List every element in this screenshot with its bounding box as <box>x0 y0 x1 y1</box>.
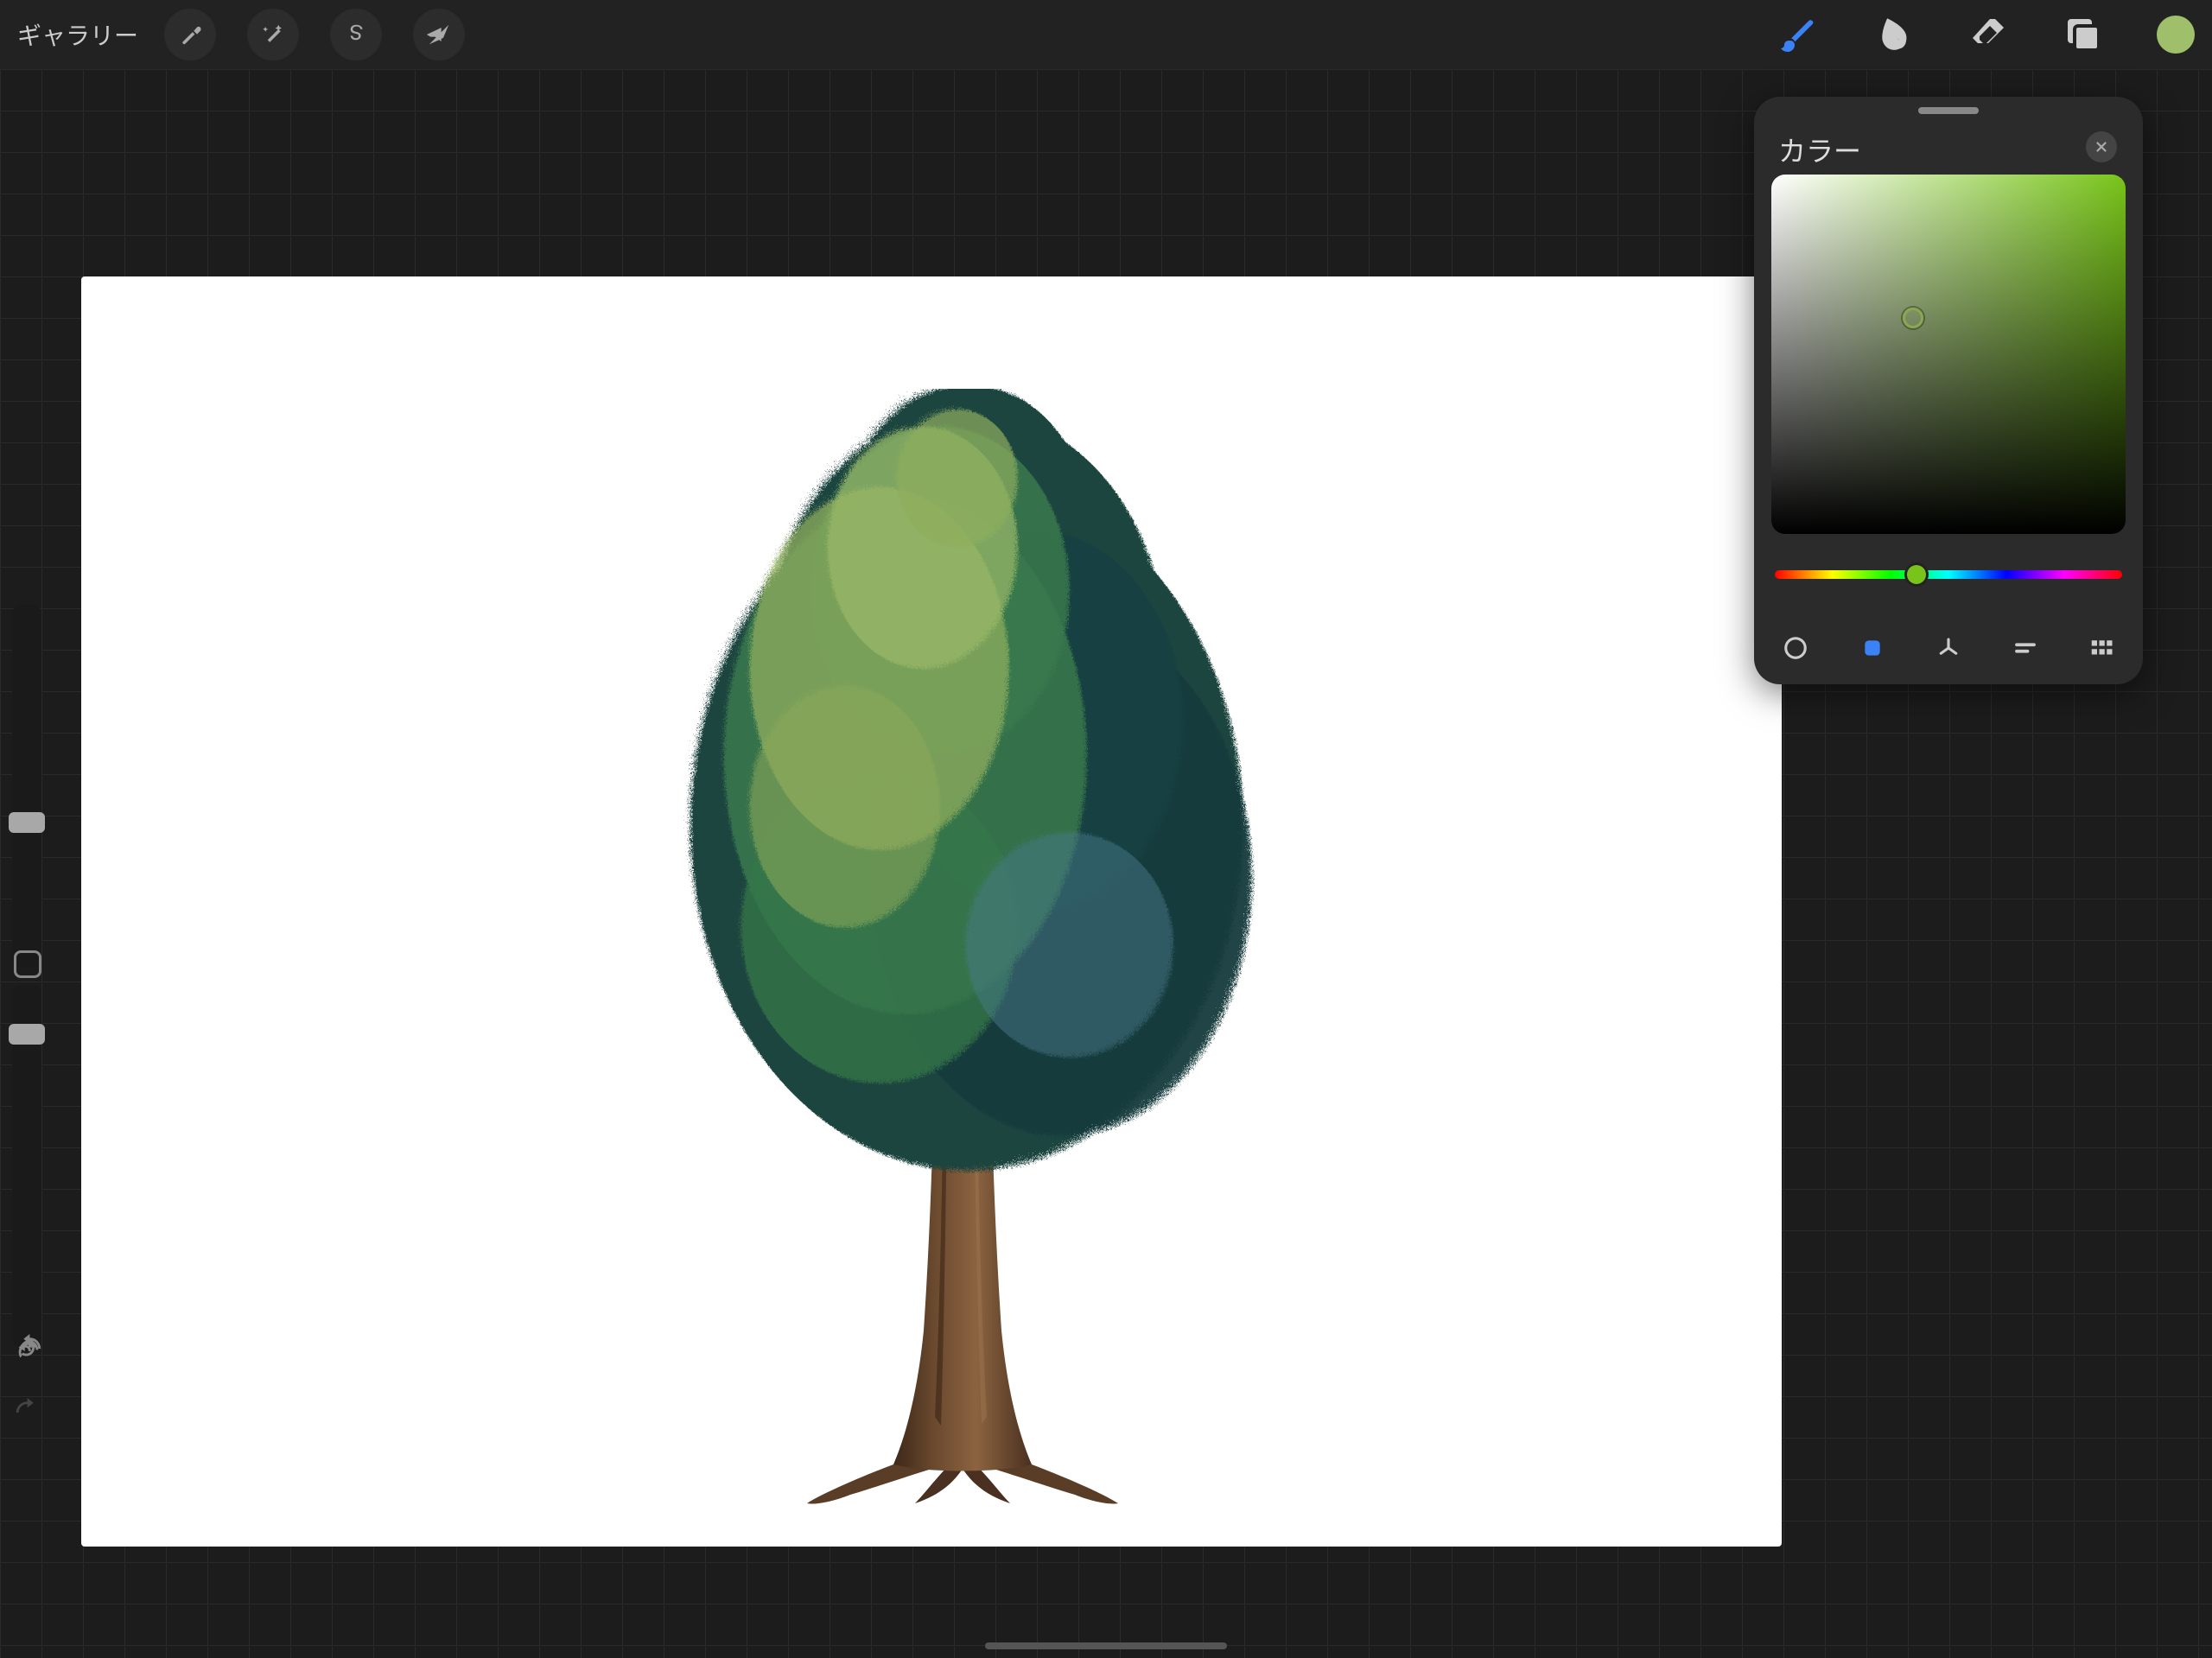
hue-thumb[interactable] <box>1907 565 1926 584</box>
color-swatch-button[interactable] <box>2157 16 2195 54</box>
color-tab-classic[interactable] <box>1855 631 1890 665</box>
gallery-button[interactable]: ギャラリー <box>17 17 138 52</box>
smudge-icon <box>1872 14 1914 55</box>
classic-icon <box>1861 637 1884 659</box>
color-tab-disc[interactable] <box>1778 631 1813 665</box>
tree-artwork <box>574 389 1351 1547</box>
actions-wrench-button[interactable] <box>164 9 216 60</box>
harmony-icon <box>1936 635 1961 661</box>
layers-icon <box>2063 14 2104 55</box>
saturation-value-box[interactable] <box>1771 175 2126 534</box>
transform-arrow-button[interactable] <box>413 9 465 60</box>
brush-size-thumb[interactable] <box>9 812 45 833</box>
value-icon <box>2012 635 2038 661</box>
color-mode-tabs <box>1771 631 2126 665</box>
arrow-icon <box>426 22 452 48</box>
brush-icon <box>1777 14 1819 55</box>
color-tab-value[interactable] <box>2008 631 2043 665</box>
hue-slider[interactable] <box>1775 570 2122 579</box>
layers-button[interactable] <box>2062 13 2105 56</box>
close-icon <box>2094 139 2109 155</box>
top-left-tool-group <box>164 9 465 60</box>
brush-tool-button[interactable] <box>1777 13 1820 56</box>
top-toolbar: ギャラリー <box>0 0 2212 69</box>
eraser-tool-button[interactable] <box>1967 13 2010 56</box>
canvas[interactable] <box>81 276 1782 1547</box>
color-panel[interactable]: カラー <box>1754 97 2143 684</box>
redo-button[interactable] <box>12 1396 45 1429</box>
redo-icon <box>14 1398 43 1427</box>
wrench-icon <box>177 22 203 48</box>
opacity-thumb[interactable] <box>9 1024 45 1045</box>
tree-foliage <box>652 389 1274 1184</box>
color-tab-harmony[interactable] <box>1931 631 1966 665</box>
panel-grabber[interactable] <box>1918 107 1979 114</box>
home-indicator <box>985 1642 1227 1649</box>
close-panel-button[interactable] <box>2086 131 2117 162</box>
smudge-tool-button[interactable] <box>1872 13 1915 56</box>
palettes-icon <box>2088 635 2114 661</box>
undo-button[interactable] <box>12 1332 45 1365</box>
adjustments-wand-button[interactable] <box>247 9 299 60</box>
eraser-icon <box>1967 14 2009 55</box>
disc-icon <box>1783 635 1808 661</box>
wand-icon <box>260 22 286 48</box>
sv-cursor[interactable] <box>1903 308 1923 328</box>
color-tab-palettes[interactable] <box>2084 631 2119 665</box>
top-right-tool-group <box>1777 13 2195 56</box>
brush-size-slider[interactable] <box>12 605 41 968</box>
color-panel-title: カラー <box>1771 114 2126 178</box>
selection-s-icon <box>343 22 369 48</box>
undo-icon <box>14 1334 43 1363</box>
selection-button[interactable] <box>330 9 382 60</box>
modify-button[interactable] <box>14 950 41 978</box>
